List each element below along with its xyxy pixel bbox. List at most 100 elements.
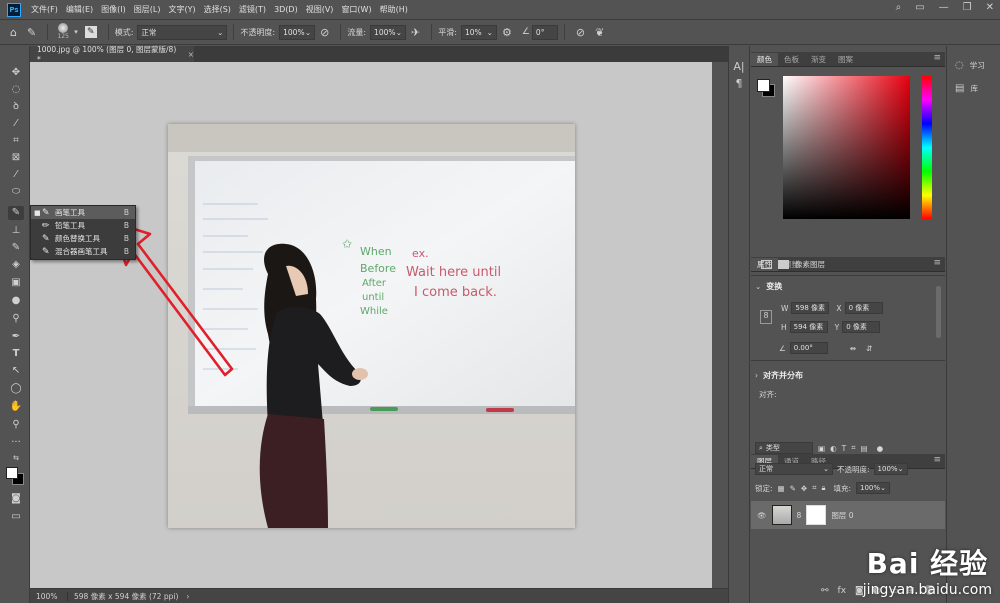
chevron-down-icon: ⌄ (823, 465, 829, 473)
filter-type-icon[interactable]: T (842, 444, 847, 453)
filter-toggle-icon[interactable]: ● (877, 444, 884, 453)
lightbulb-icon: ◌ (955, 60, 964, 71)
learn-panel-button[interactable]: ◌ 学习 (947, 60, 1000, 71)
fill-value: 100% (859, 484, 880, 492)
y-label: Y (834, 322, 840, 332)
layer-type-row: 像素图层 (761, 259, 825, 270)
lock-transparency-icon[interactable]: ▦ (778, 484, 785, 493)
lock-pixels-icon[interactable]: ✎ (790, 484, 796, 493)
flyout-item-label: 混合器画笔工具 (55, 247, 108, 256)
flyout-item-mixer-brush[interactable]: ✎ 混合器画笔工具 B (31, 245, 135, 258)
lock-artboard-icon[interactable]: ⌗ (812, 483, 816, 493)
status-menu-arrow[interactable]: › (186, 592, 189, 601)
color-field[interactable] (783, 76, 910, 219)
library-panel-button[interactable]: ▤ 库 (947, 83, 1000, 94)
pencil-icon: ✏ (42, 220, 50, 231)
flyout-item-label: 铅笔工具 (55, 221, 85, 230)
height-row: H 594 像素 Y 0 像素 (781, 321, 881, 333)
lock-all-icon[interactable]: 🔒︎ (821, 483, 825, 493)
blend-mode-value: 正常 (759, 465, 773, 473)
properties-divider (751, 360, 945, 361)
align-label: 对齐: (759, 390, 777, 399)
align-header[interactable]: › 对齐并分布 (755, 370, 803, 381)
x-input[interactable]: 0 像素 (844, 302, 883, 314)
flyout-item-pencil[interactable]: ✏ 铅笔工具 B (31, 219, 135, 232)
filter-shape-icon[interactable]: ⌗ (851, 443, 855, 453)
flip-vertical-icon[interactable]: ⇵ (866, 344, 872, 353)
transform-header[interactable]: ⌄ 变换 (755, 281, 782, 292)
filter-adjustment-icon[interactable]: ◐ (830, 444, 837, 453)
width-label: W (781, 303, 789, 313)
y-input[interactable]: 0 像素 (842, 321, 881, 333)
learn-label: 学习 (969, 61, 985, 70)
mixer-brush-icon: ✎ (42, 246, 50, 257)
lock-label: 锁定: (755, 483, 773, 493)
tab-color[interactable]: 颜色 (751, 53, 778, 66)
mask-icon[interactable] (778, 260, 789, 269)
angle-input[interactable]: 0.00° (789, 342, 828, 354)
panel-menu-icon[interactable]: ≡ (933, 258, 941, 268)
lock-position-icon[interactable]: ✥ (801, 484, 807, 493)
shortcut-key: B (123, 247, 129, 256)
zoom-level[interactable]: 100% (30, 591, 68, 601)
width-row: W 598 像素 X 0 像素 (781, 302, 883, 314)
width-value: 598 像素 (795, 304, 826, 312)
properties-divider (751, 275, 945, 276)
blend-mode-select[interactable]: 正常 ⌄ (755, 463, 833, 475)
chevron-down-icon: ⌄ (897, 465, 904, 473)
layer-filter-value: 类型 (765, 444, 780, 452)
layer-mask-thumbnail[interactable] (806, 505, 827, 525)
layer-opacity-input[interactable]: 100% ⌄ (873, 463, 908, 475)
fill-label: 填充: (833, 483, 851, 493)
search-icon: ⌕ (759, 443, 763, 452)
library-icon: ▤ (955, 83, 965, 94)
fg-color-chip[interactable] (757, 79, 770, 92)
hue-slider[interactable] (922, 76, 932, 219)
mask-link-icon[interactable]: 8 (797, 511, 802, 520)
baidu-url: jingyan.baidu.com (862, 582, 992, 598)
foreground-color-swatch[interactable] (6, 467, 18, 479)
color-replacement-icon: ✎ (42, 233, 50, 244)
chevron-down-icon: ⌄ (880, 484, 886, 492)
fx-icon[interactable]: fx (838, 586, 847, 596)
transform-title: 变换 (766, 282, 783, 291)
fill-input[interactable]: 100% ⌄ (855, 482, 890, 494)
tab-swatches[interactable]: 色板 (778, 53, 805, 66)
link-layers-icon[interactable]: ⚯ (821, 586, 829, 596)
shortcut-key: B (123, 208, 129, 217)
height-value: 594 像素 (793, 323, 824, 331)
flip-horizontal-icon[interactable]: ⇹ (850, 344, 856, 353)
link-dimensions-icon[interactable]: 8 (760, 310, 772, 324)
layer-row[interactable]: 👁︎ 8 图层 0 (751, 501, 945, 529)
document-info: 598 像素 x 594 像素 (72 ppi) (74, 591, 179, 601)
status-bar: 100% 598 像素 x 594 像素 (72 ppi) › (30, 588, 728, 603)
layer-opacity-label: 不透明度: (837, 464, 870, 474)
width-input[interactable]: 598 像素 (791, 302, 830, 314)
x-value: 0 像素 (848, 304, 870, 312)
panel-menu-icon[interactable]: ≡ (933, 53, 941, 63)
tab-patterns[interactable]: 图案 (832, 53, 859, 66)
far-right-dock: ◌ 学习 ▤ 库 (946, 46, 1000, 603)
tab-gradients[interactable]: 渐变 (805, 53, 832, 66)
paragraph-panel-icon[interactable]: ¶ (729, 77, 749, 90)
lock-row: 锁定: ▦ ✎ ✥ ⌗ 🔒︎ 填充: 100% ⌄ (755, 482, 890, 494)
baidu-watermark: Bai 经验 jingyan.baidu.com (863, 542, 992, 598)
properties-scrollbar[interactable] (936, 286, 941, 338)
filter-smart-object-icon[interactable]: ▤ (860, 444, 867, 453)
layer-filter-select[interactable]: ⌕ 类型 (755, 442, 813, 454)
layer-opacity-value: 100% (877, 465, 898, 473)
visibility-eye-icon[interactable]: 👁︎ (757, 511, 767, 520)
height-input[interactable]: 594 像素 (789, 321, 828, 333)
shortcut-key: B (123, 221, 129, 230)
character-panel-icon[interactable]: A| (729, 60, 749, 73)
angle-row: ∠ 0.00° ⇹ ⇵ (779, 342, 872, 354)
flyout-item-color-replacement[interactable]: ✎ 颜色替换工具 B (31, 232, 135, 245)
filter-pixel-icon[interactable]: ▣ (818, 444, 825, 453)
flyout-item-brush[interactable]: ■ ✎ 画笔工具 B (31, 206, 135, 219)
chevron-down-icon: ⌄ (755, 282, 762, 291)
layer-name[interactable]: 图层 0 (831, 510, 853, 521)
panel-menu-icon[interactable]: ≡ (933, 455, 941, 465)
angle-value: 0.00° (793, 344, 813, 352)
layer-filter-row: ⌕ 类型 ▣ ◐ T ⌗ ▤ ● (755, 442, 883, 454)
color-panel-tabs: 颜色 色板 渐变 图案 ≡ (751, 52, 945, 67)
